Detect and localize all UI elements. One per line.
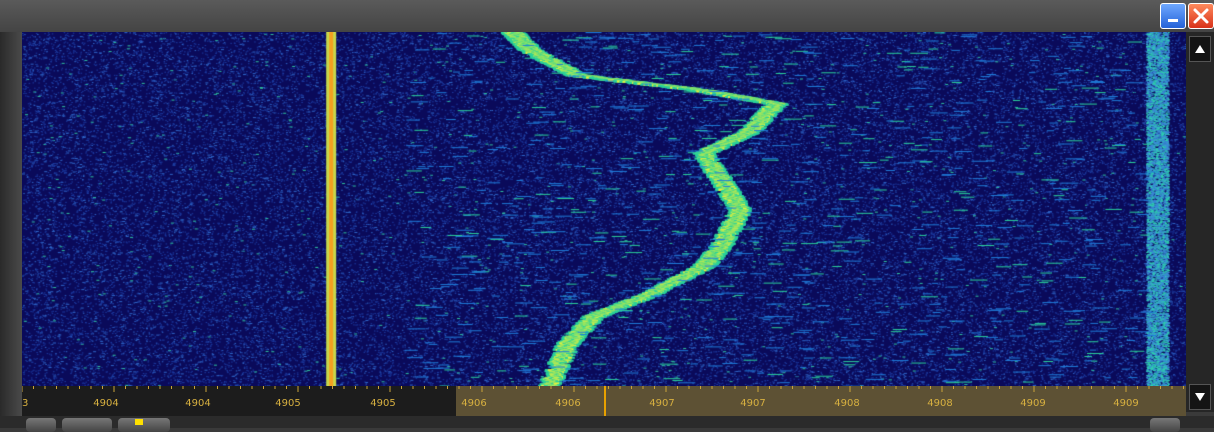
scroll-up-button[interactable] (1189, 36, 1211, 62)
scale-label: 4908 (927, 398, 953, 409)
scale-label: 4907 (649, 398, 675, 409)
toolbar-button-4[interactable] (1150, 418, 1180, 432)
left-frame (0, 32, 22, 428)
marker-icon (135, 419, 143, 425)
arrow-down-icon (1195, 393, 1205, 401)
scale-label: 4909 (1020, 398, 1046, 409)
toolbar-button-3[interactable] (118, 418, 170, 432)
close-button[interactable] (1188, 3, 1214, 29)
scale-label: 4905 (370, 398, 396, 409)
vertical-scrollbar[interactable] (1186, 32, 1214, 412)
scale-label: 4907 (740, 398, 766, 409)
frequency-scale[interactable]: 3 4904 4904 4905 4905 4906 4906 4907 4907 4908 490… (22, 386, 1186, 416)
toolbar-button-2[interactable] (62, 418, 112, 432)
window-title-bar (0, 0, 1214, 32)
scale-label: 4905 (275, 398, 301, 409)
scale-label: 4904 (185, 398, 211, 409)
minimize-button[interactable] (1160, 3, 1186, 29)
scale-label: 4909 (1113, 398, 1139, 409)
close-icon (1193, 8, 1209, 24)
scale-label: 4904 (93, 398, 119, 409)
bottom-toolbar (0, 416, 1214, 432)
minimize-icon (1168, 19, 1178, 22)
toolbar-button-1[interactable] (26, 418, 56, 432)
waterfall-display[interactable] (22, 32, 1186, 386)
scale-label: 3 (22, 398, 29, 409)
scale-ticks (22, 386, 1184, 392)
scale-label: 4906 (555, 398, 581, 409)
scale-label: 4908 (834, 398, 860, 409)
arrow-up-icon (1195, 45, 1205, 53)
scroll-down-button[interactable] (1189, 384, 1211, 410)
scale-label: 4906 (461, 398, 487, 409)
